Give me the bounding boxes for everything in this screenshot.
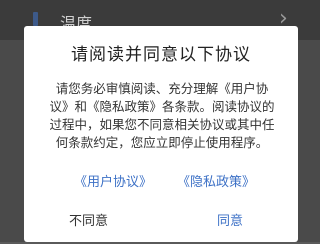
disagree-button[interactable]: 不同意 — [69, 210, 108, 229]
dialog-title: 请阅读并同意以下协议 — [71, 45, 251, 65]
user-agreement-link[interactable]: 《用户协议》 — [74, 171, 152, 190]
dialog-body-text: 请您务必审慎阅读、充分理解《用户协议》和《隐私政策》各条款。阅读协议的过程中，如… — [49, 81, 275, 150]
thermometer-icon — [33, 12, 38, 26]
privacy-policy-link[interactable]: 《隐私政策》 — [177, 171, 255, 190]
agreement-dialog: 请阅读并同意以下协议 请您务必审慎阅读、充分理解《用户协议》和《隐私政策》各条款… — [24, 26, 298, 242]
agree-button[interactable]: 同意 — [217, 210, 243, 229]
